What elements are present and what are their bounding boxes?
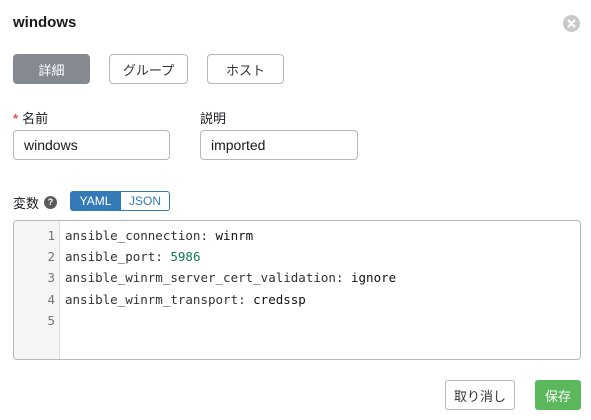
yaml-colon: : bbox=[200, 228, 208, 243]
line-number: 2 bbox=[47, 249, 55, 264]
code-line: ansible_winrm_server_cert_validation: ig… bbox=[65, 270, 396, 285]
edit-inventory-dialog: windows 詳細 グループ ホスト *名前 説明 変数 ? YAML JSO… bbox=[0, 0, 591, 420]
description-label: 説明 bbox=[200, 111, 227, 126]
yaml-colon: : bbox=[238, 292, 246, 307]
line-number: 4 bbox=[47, 292, 55, 307]
tab-hosts[interactable]: ホスト bbox=[207, 54, 284, 84]
yaml-value: ignore bbox=[351, 270, 397, 285]
line-number: 5 bbox=[47, 313, 55, 328]
save-button[interactable]: 保存 bbox=[535, 380, 581, 410]
line-number: 1 bbox=[47, 228, 55, 243]
variables-label-text: 変数 bbox=[13, 196, 40, 211]
json-toggle-button[interactable]: JSON bbox=[121, 191, 170, 211]
close-icon[interactable] bbox=[563, 15, 580, 32]
line-number-gutter: 1 2 3 4 5 bbox=[14, 221, 60, 359]
code-line: ansible_winrm_transport: credssp bbox=[65, 292, 306, 307]
yaml-key: ansible_port bbox=[65, 249, 156, 264]
tab-groups[interactable]: グループ bbox=[109, 54, 188, 84]
code-line: ansible_connection: winrm bbox=[65, 228, 253, 243]
yaml-value: credssp bbox=[253, 292, 306, 307]
required-mark: * bbox=[13, 111, 19, 126]
tab-details[interactable]: 詳細 bbox=[13, 54, 90, 84]
cancel-button[interactable]: 取り消し bbox=[445, 380, 515, 410]
yaml-toggle-button[interactable]: YAML bbox=[70, 191, 121, 211]
format-toggle: YAML JSON bbox=[70, 191, 170, 211]
help-icon[interactable]: ? bbox=[44, 196, 58, 209]
yaml-colon: : bbox=[335, 270, 344, 285]
yaml-key: ansible_connection bbox=[65, 228, 201, 243]
name-label: * 名前 bbox=[13, 108, 48, 127]
yaml-value: winrm bbox=[215, 228, 254, 243]
line-number: 3 bbox=[47, 270, 55, 285]
variables-code-editor[interactable]: 1 2 3 4 5 ansible_connection: winrm ansi… bbox=[13, 220, 581, 360]
name-input[interactable] bbox=[13, 130, 170, 160]
yaml-value: 5986 bbox=[170, 249, 201, 264]
yaml-colon: : bbox=[155, 249, 163, 264]
code-line: ansible_port: 5986 bbox=[65, 249, 200, 264]
description-input[interactable] bbox=[200, 130, 358, 160]
yaml-key: ansible_winrm_server_cert_validation bbox=[65, 270, 336, 285]
dialog-title: windows bbox=[13, 14, 77, 31]
name-label-text: 名前 bbox=[22, 111, 49, 126]
variables-label: 変数 ? bbox=[13, 193, 58, 212]
yaml-key: ansible_winrm_transport bbox=[65, 292, 239, 307]
